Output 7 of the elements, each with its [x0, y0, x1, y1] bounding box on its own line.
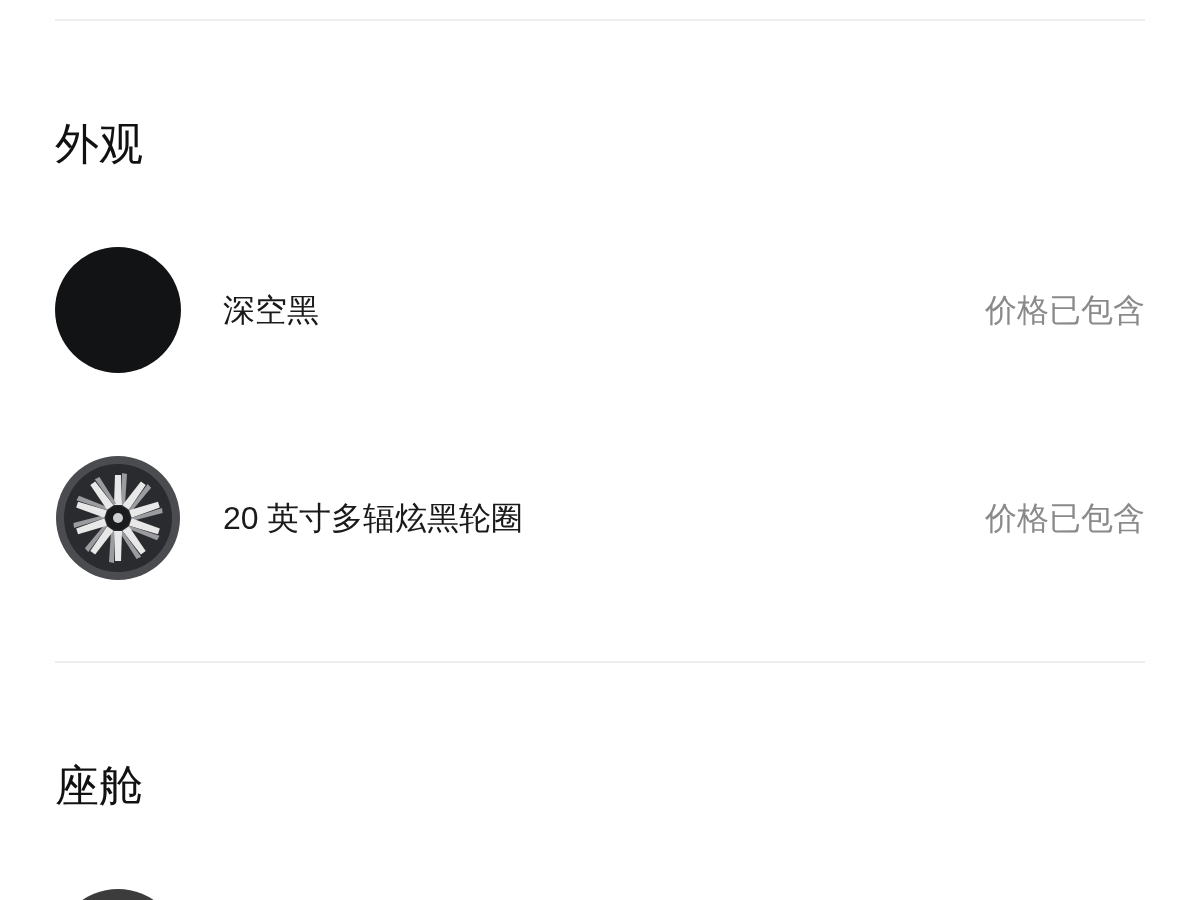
wheel-icon	[55, 455, 181, 581]
price-note: 价格已包含	[985, 291, 1145, 330]
option-name: 20 英寸多辐炫黑轮圈	[223, 499, 524, 538]
section-heading: 外观	[55, 119, 144, 169]
section-heading: 座舱	[55, 761, 144, 811]
price-note: 价格已包含	[985, 499, 1145, 538]
option-name: 深空黑	[223, 291, 319, 330]
